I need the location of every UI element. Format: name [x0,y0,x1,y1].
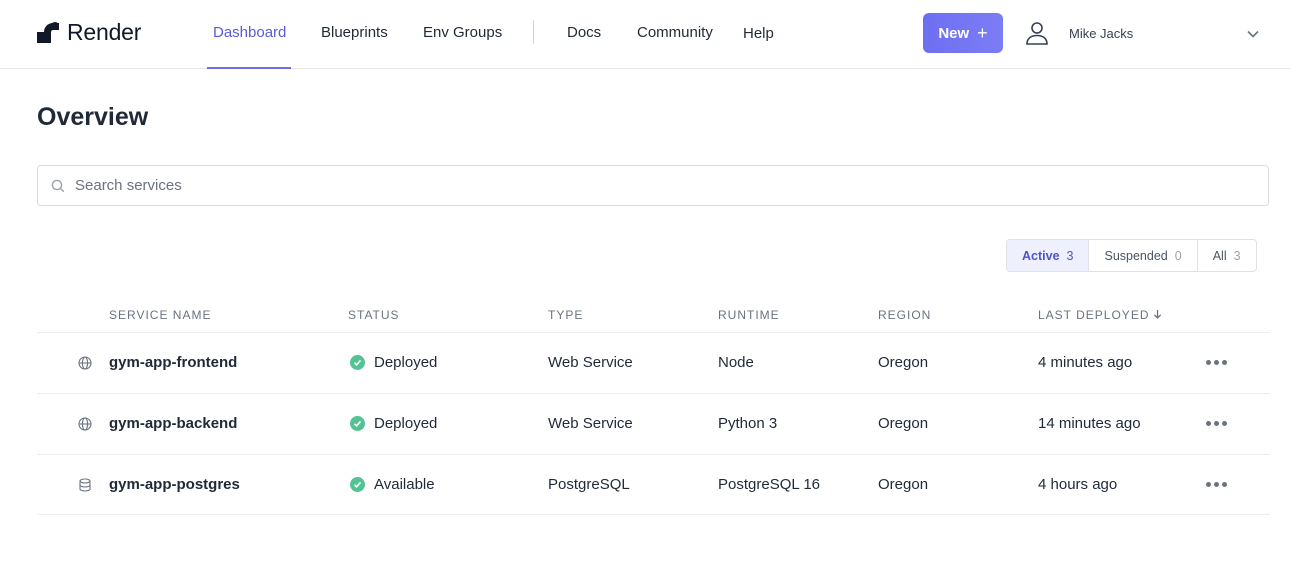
table-row[interactable]: gym-app-backend Deployed Web Service Pyt… [37,393,1270,454]
render-logo-icon [37,22,59,43]
service-name[interactable]: gym-app-backend [109,415,237,432]
service-last-deployed: 4 hours ago [1038,476,1118,493]
column-header-label: LAST DEPLOYED [1038,308,1150,322]
active-nav-indicator [207,67,291,69]
plus-icon: + [977,23,988,43]
column-header-service-name[interactable]: SERVICE NAME [109,308,211,322]
filter-count: 3 [1233,248,1241,263]
service-region: Oregon [878,476,929,493]
page-title: Overview [37,103,149,131]
check-circle-icon [350,355,365,370]
nav-docs[interactable]: Docs [567,24,601,41]
service-region: Oregon [878,354,929,371]
filter-count: 0 [1174,248,1182,263]
render-logo[interactable]: Render [37,19,141,45]
service-status: Available [374,476,435,493]
filter-all[interactable]: All 3 [1198,240,1256,271]
service-last-deployed: 14 minutes ago [1038,415,1141,432]
service-last-deployed: 4 minutes ago [1038,354,1133,371]
table-row[interactable]: gym-app-frontend Deployed Web Service No… [37,332,1270,393]
service-name[interactable]: gym-app-postgres [109,476,240,493]
column-header-region[interactable]: REGION [878,308,931,322]
service-status: Deployed [374,354,438,371]
service-runtime: Python 3 [718,415,778,432]
service-status: Deployed [374,415,438,432]
service-type: Web Service [548,354,633,371]
filter-label: Active [1022,248,1060,263]
search-icon [51,179,65,193]
database-icon [79,478,91,492]
filter-suspended[interactable]: Suspended 0 [1089,240,1198,271]
service-runtime: PostgreSQL 16 [718,476,821,493]
column-header-last-deployed[interactable]: LAST DEPLOYED [1038,308,1162,322]
more-options-icon[interactable] [1203,349,1229,375]
filter-count: 3 [1066,248,1074,263]
filter-active[interactable]: Active 3 [1007,240,1090,271]
service-name[interactable]: gym-app-frontend [109,354,237,371]
user-name[interactable]: Mike Jacks [1069,26,1133,41]
filter-label: All [1212,248,1227,263]
nav-divider [533,20,534,44]
new-button-label: New [938,24,970,42]
service-type: PostgreSQL [548,476,630,493]
service-type: Web Service [548,415,633,432]
table-row[interactable]: gym-app-postgres Available PostgreSQL Po… [37,454,1270,515]
globe-icon [78,356,92,370]
more-options-icon[interactable] [1203,410,1229,436]
globe-icon [78,417,92,431]
new-button[interactable]: New + [923,13,1003,53]
brand-name: Render [67,18,142,45]
nav-env-groups[interactable]: Env Groups [423,24,502,41]
check-circle-icon [350,416,365,431]
chevron-down-icon[interactable] [1245,26,1261,42]
search-box [37,165,1269,206]
check-circle-icon [350,477,365,492]
nav-help[interactable]: Help [743,25,774,42]
search-input[interactable] [75,166,1255,205]
user-icon [1026,22,1048,45]
service-runtime: Node [718,354,754,371]
more-options-icon[interactable] [1203,471,1229,497]
column-header-status[interactable]: STATUS [348,308,400,322]
service-region: Oregon [878,415,929,432]
column-header-runtime[interactable]: RUNTIME [718,308,780,322]
nav-community[interactable]: Community [637,24,713,41]
status-filter-group: Active 3 Suspended 0 All 3 [1006,239,1257,272]
avatar[interactable] [1016,12,1058,54]
nav-blueprints[interactable]: Blueprints [321,24,388,41]
nav-dashboard[interactable]: Dashboard [213,24,286,41]
filter-label: Suspended [1104,248,1168,263]
arrow-down-icon [1154,310,1162,319]
top-header: Render Dashboard Blueprints Env Groups D… [0,0,1290,69]
column-header-type[interactable]: TYPE [548,308,583,322]
